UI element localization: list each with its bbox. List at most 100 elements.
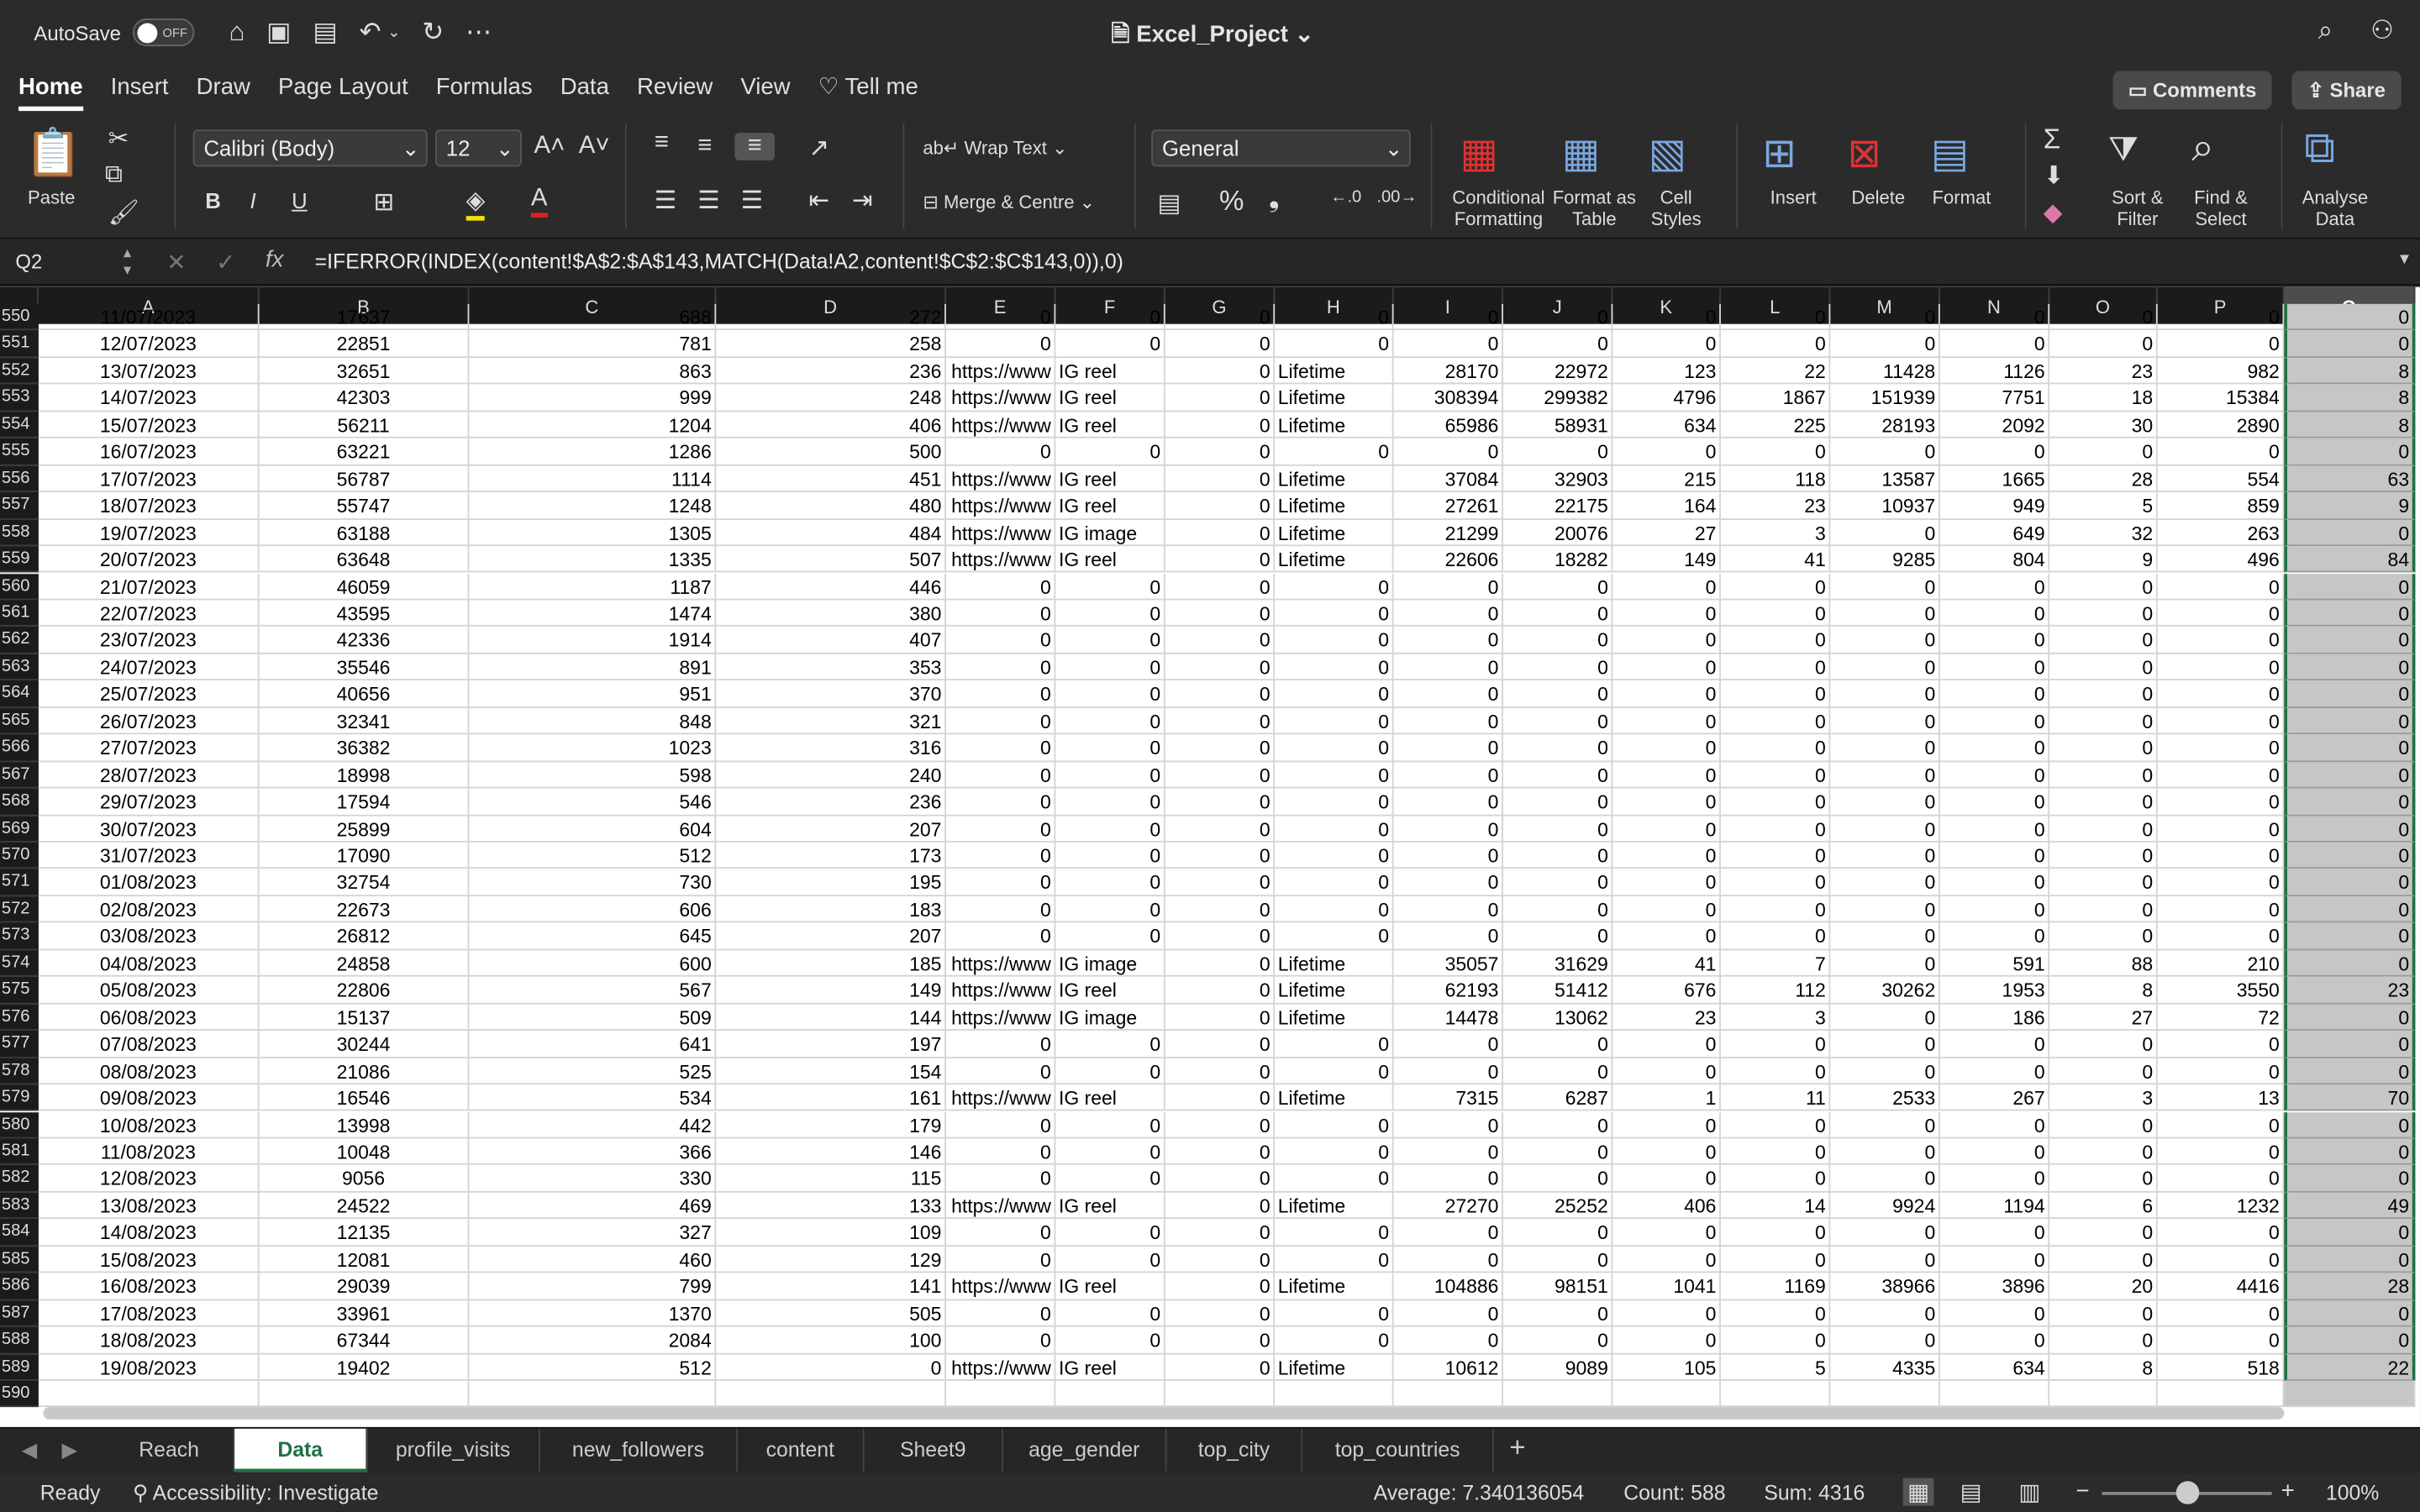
cell-A551[interactable]: 12/07/2023 <box>38 330 260 358</box>
cell-M563[interactable]: 0 <box>1830 654 1940 681</box>
cell-Q550[interactable]: 0 <box>2284 303 2416 331</box>
cell-N575[interactable]: 1953 <box>1939 977 2050 1005</box>
cell-F575[interactable]: IG reel <box>1055 977 1165 1005</box>
cell-G588[interactable]: 0 <box>1165 1326 1276 1354</box>
cell-N585[interactable]: 0 <box>1939 1246 2050 1273</box>
cell-O570[interactable]: 0 <box>2049 842 2158 869</box>
cell-A558[interactable]: 19/07/2023 <box>38 519 260 547</box>
cell-E562[interactable]: 0 <box>945 627 1056 654</box>
cell[interactable] <box>1055 1380 1165 1408</box>
align-top-icon[interactable]: ≡ <box>655 129 669 157</box>
cell-A581[interactable]: 11/08/2023 <box>38 1138 260 1166</box>
tab-review[interactable]: Review <box>637 65 713 111</box>
cell-N551[interactable]: 0 <box>1939 330 2050 358</box>
cell-C585[interactable]: 460 <box>469 1246 717 1273</box>
tab-data[interactable]: Data <box>560 65 609 111</box>
decrease-font-icon[interactable]: A˅ <box>579 133 610 160</box>
cell-L582[interactable]: 0 <box>1720 1165 1831 1193</box>
cell-L550[interactable]: 0 <box>1720 303 1831 331</box>
cell-J556[interactable]: 32903 <box>1502 465 1613 493</box>
cell-E566[interactable]: 0 <box>945 734 1056 762</box>
cell-H552[interactable]: Lifetime <box>1275 357 1394 385</box>
decrease-decimal-icon[interactable]: .00→ <box>1376 188 1417 207</box>
cell-P572[interactable]: 0 <box>2157 895 2285 923</box>
cell-I585[interactable]: 0 <box>1393 1246 1503 1273</box>
expand-formula-icon[interactable]: ▼ <box>2396 251 2412 268</box>
cell-E550[interactable]: 0 <box>945 303 1056 331</box>
cell-A584[interactable]: 14/08/2023 <box>38 1219 260 1247</box>
cell-H565[interactable]: 0 <box>1275 707 1394 735</box>
undo-icon[interactable]: ↶ <box>360 17 381 48</box>
cell-E564[interactable]: 0 <box>945 680 1056 708</box>
row-header[interactable]: 570 <box>0 842 39 869</box>
cell-H556[interactable]: Lifetime <box>1275 465 1394 493</box>
cell-G568[interactable]: 0 <box>1165 788 1276 816</box>
cell-F555[interactable]: 0 <box>1055 438 1165 466</box>
cell[interactable] <box>259 1380 470 1408</box>
cell-G561[interactable]: 0 <box>1165 600 1276 627</box>
zoom-out-icon[interactable]: − <box>2075 1478 2089 1504</box>
cell[interactable] <box>1275 1380 1394 1408</box>
cell-J566[interactable]: 0 <box>1502 734 1613 762</box>
cell-B563[interactable]: 35546 <box>259 654 470 681</box>
row-header[interactable]: 558 <box>0 519 39 547</box>
cell-H564[interactable]: 0 <box>1275 680 1394 708</box>
cell-G574[interactable]: 0 <box>1165 950 1276 978</box>
cell-C564[interactable]: 951 <box>469 680 717 708</box>
analyse-data-icon[interactable]: ⧉ <box>2304 123 2335 175</box>
cell-K564[interactable]: 0 <box>1612 680 1721 708</box>
cell-A582[interactable]: 12/08/2023 <box>38 1165 260 1193</box>
cell-K579[interactable]: 1 <box>1612 1084 1721 1112</box>
cell-G565[interactable]: 0 <box>1165 707 1276 735</box>
search-icon[interactable]: ⌕ <box>2318 15 2333 46</box>
cell-D556[interactable]: 451 <box>716 465 946 493</box>
row-header[interactable]: 573 <box>0 922 39 951</box>
cell-N563[interactable]: 0 <box>1939 654 2050 681</box>
cell-C571[interactable]: 730 <box>469 869 717 896</box>
cell-L589[interactable]: 5 <box>1720 1353 1831 1381</box>
cell-I588[interactable]: 0 <box>1393 1326 1503 1354</box>
cell-B569[interactable]: 25899 <box>259 815 470 843</box>
cell-J552[interactable]: 22972 <box>1502 357 1613 385</box>
row-header[interactable]: 575 <box>0 977 39 1005</box>
tab-formulas[interactable]: Formulas <box>436 65 533 111</box>
cell-D575[interactable]: 149 <box>716 977 946 1005</box>
cell-G562[interactable]: 0 <box>1165 627 1276 654</box>
row-header[interactable]: 583 <box>0 1192 39 1220</box>
cell-K563[interactable]: 0 <box>1612 654 1721 681</box>
cell-K587[interactable]: 0 <box>1612 1299 1721 1327</box>
cell-M587[interactable]: 0 <box>1830 1299 1940 1327</box>
cell-A557[interactable]: 18/07/2023 <box>38 492 260 520</box>
cell-I555[interactable]: 0 <box>1393 438 1503 466</box>
insert-button[interactable]: Insert <box>1760 186 1828 208</box>
cell-K570[interactable]: 0 <box>1612 842 1721 869</box>
cell-P550[interactable]: 0 <box>2157 303 2285 331</box>
row-header[interactable]: 586 <box>0 1273 39 1300</box>
save-as-icon[interactable]: ▤ <box>313 17 338 48</box>
cell-O569[interactable]: 0 <box>2049 815 2158 843</box>
cell-D588[interactable]: 100 <box>716 1326 946 1354</box>
cell-G582[interactable]: 0 <box>1165 1165 1276 1193</box>
cell-Q589[interactable]: 22 <box>2284 1353 2416 1381</box>
sheet-tab-sheet9[interactable]: Sheet9 <box>865 1428 1003 1473</box>
cell-L584[interactable]: 0 <box>1720 1219 1831 1247</box>
cell-K576[interactable]: 23 <box>1612 1004 1721 1032</box>
cell-K551[interactable]: 0 <box>1612 330 1721 358</box>
row-header[interactable]: 589 <box>0 1353 39 1381</box>
horizontal-scrollbar[interactable] <box>43 1407 2285 1420</box>
cell-N556[interactable]: 1665 <box>1939 465 2050 493</box>
cell-P588[interactable]: 0 <box>2157 1326 2285 1354</box>
cell-A568[interactable]: 29/07/2023 <box>38 788 260 816</box>
cell-L573[interactable]: 0 <box>1720 922 1831 951</box>
cell-I574[interactable]: 35057 <box>1393 950 1503 978</box>
cell-F562[interactable]: 0 <box>1055 627 1165 654</box>
row-header[interactable]: 569 <box>0 815 39 843</box>
cell-B589[interactable]: 19402 <box>259 1353 470 1381</box>
cell-E572[interactable]: 0 <box>945 895 1056 923</box>
cell-F589[interactable]: IG reel <box>1055 1353 1165 1381</box>
cell-A564[interactable]: 25/07/2023 <box>38 680 260 708</box>
cell-H575[interactable]: Lifetime <box>1275 977 1394 1005</box>
cell-P559[interactable]: 496 <box>2157 546 2285 574</box>
cell-Q565[interactable]: 0 <box>2284 707 2416 735</box>
cell-D580[interactable]: 179 <box>716 1111 946 1139</box>
